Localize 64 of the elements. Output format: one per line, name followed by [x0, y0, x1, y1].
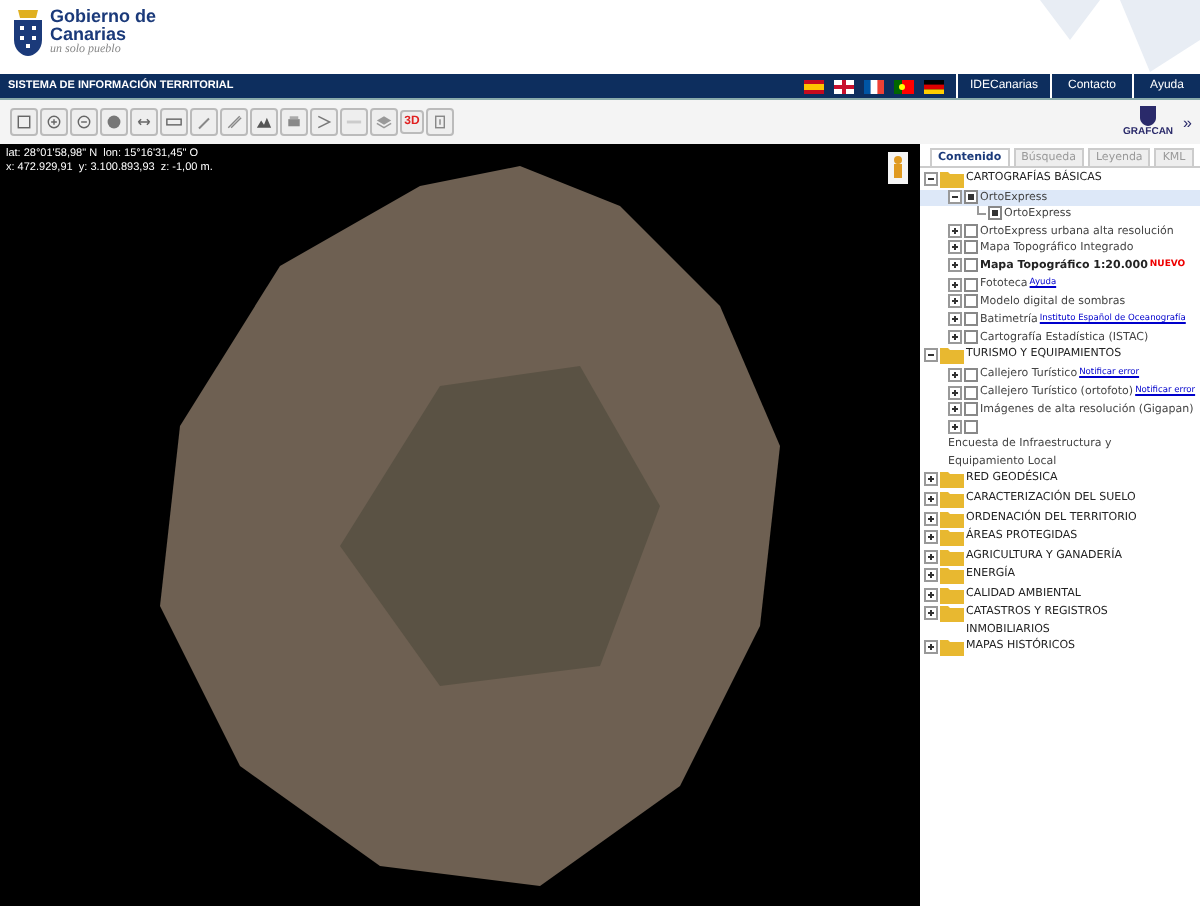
- expand-icon[interactable]: [948, 402, 962, 417]
- pencil-icon[interactable]: [194, 112, 214, 132]
- folder-icon: [940, 470, 964, 489]
- checkbox[interactable]: [964, 240, 978, 255]
- flag-icon[interactable]: [834, 79, 854, 93]
- expand-icon[interactable]: [924, 587, 938, 602]
- extent-icon[interactable]: [14, 112, 34, 132]
- line-icon[interactable]: [224, 112, 244, 132]
- folder-icon: [940, 509, 964, 528]
- checkbox[interactable]: [988, 206, 1002, 221]
- expand-icon[interactable]: [924, 568, 938, 583]
- checkbox[interactable]: [964, 367, 978, 382]
- checkbox[interactable]: [964, 277, 978, 292]
- print-icon[interactable]: [284, 112, 304, 132]
- collapse-icon[interactable]: [924, 348, 938, 363]
- ruler-icon[interactable]: [164, 112, 184, 132]
- coat-of-arms-icon: [12, 6, 44, 58]
- folder-icon: [940, 566, 964, 585]
- expand-icon[interactable]: [924, 530, 938, 545]
- expand-icon[interactable]: [924, 549, 938, 564]
- flag-icon[interactable]: [864, 79, 884, 93]
- checkbox[interactable]: [964, 189, 978, 204]
- flag-icon[interactable]: [924, 79, 944, 93]
- expand-icon[interactable]: [948, 240, 962, 255]
- expand-icon[interactable]: [924, 472, 938, 487]
- shield-icon: [1140, 106, 1157, 126]
- checkbox[interactable]: [964, 312, 978, 327]
- expand-icon[interactable]: [948, 419, 962, 434]
- flag-icon[interactable]: [804, 79, 824, 93]
- checkbox[interactable]: [964, 419, 978, 434]
- expand-icon[interactable]: [924, 492, 938, 506]
- checkbox[interactable]: [964, 258, 978, 273]
- expand-icon[interactable]: [948, 312, 962, 327]
- expand-icon[interactable]: [948, 294, 962, 309]
- folder-icon: [940, 528, 964, 547]
- folder-icon: [940, 604, 964, 623]
- expand-button[interactable]: »: [1175, 113, 1192, 131]
- collapse-icon[interactable]: [948, 189, 962, 204]
- expand-icon[interactable]: [924, 511, 938, 526]
- zoom-out-icon[interactable]: [74, 112, 94, 132]
- tree-line-icon: [972, 206, 986, 221]
- folder-icon: [940, 585, 964, 604]
- checkbox[interactable]: [964, 402, 978, 417]
- checkbox[interactable]: [964, 385, 978, 400]
- zoom-in-icon[interactable]: [44, 112, 64, 132]
- expand-icon[interactable]: [924, 606, 938, 621]
- collapse-icon[interactable]: [924, 172, 938, 186]
- chevron-icon[interactable]: [314, 112, 334, 132]
- expand-icon[interactable]: [948, 385, 962, 400]
- expand-icon[interactable]: [948, 258, 962, 273]
- expand-icon[interactable]: [924, 640, 938, 655]
- folder-icon: [940, 346, 964, 365]
- folder-icon: [940, 490, 964, 508]
- expand-icon[interactable]: [948, 277, 962, 292]
- expand-icon[interactable]: [948, 223, 962, 238]
- checkbox[interactable]: [964, 329, 978, 344]
- flag-icon[interactable]: [894, 79, 914, 93]
- checkbox[interactable]: [964, 294, 978, 309]
- checkbox[interactable]: [964, 223, 978, 238]
- folder-icon: [940, 547, 964, 566]
- expand-icon[interactable]: [948, 367, 962, 382]
- logo-title: Gobierno de Canarias: [50, 8, 159, 44]
- expand-icon[interactable]: [948, 329, 962, 344]
- folder-icon: [940, 638, 964, 657]
